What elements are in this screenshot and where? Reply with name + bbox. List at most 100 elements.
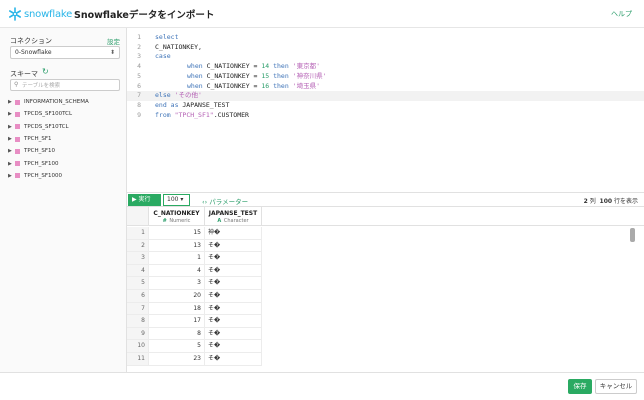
cell-nationkey[interactable]: 1 xyxy=(149,252,205,265)
schema-item[interactable]: ▶ TPCH_SF1000 xyxy=(8,170,89,182)
row-index[interactable]: 7 xyxy=(127,302,149,316)
line-number: 8 xyxy=(137,100,141,109)
line-number: 1 xyxy=(137,33,141,41)
result-stats: 2 列 100 行を表示 xyxy=(584,196,638,205)
sql-keyword: when xyxy=(187,62,203,71)
expand-triangle-icon[interactable]: ▶ xyxy=(8,111,14,117)
editor-line: 1 select xyxy=(127,33,644,43)
editor-line: 5 when C_NATIONKEY = 15 then '神奈川県' xyxy=(127,72,644,82)
save-button[interactable]: 保存 xyxy=(568,379,592,394)
table-row: 7 18 そ� xyxy=(127,302,644,316)
schema-item-label: TPCH_SF100 xyxy=(24,160,59,167)
cell-japanse-test[interactable]: そ� xyxy=(205,239,262,253)
vertical-scrollbar[interactable] xyxy=(630,228,635,242)
row-index[interactable]: 4 xyxy=(127,264,149,278)
sql-keyword: case xyxy=(155,52,171,61)
sql-alias: JAPANSE_TEST xyxy=(178,100,230,109)
cell-nationkey[interactable]: 23 xyxy=(149,353,205,366)
chevron-updown-icon: ⬍ xyxy=(109,49,115,56)
schema-icon xyxy=(15,136,20,142)
table-row: 2 13 そ� xyxy=(127,239,644,253)
parameters-button[interactable]: ‹› パラメーター xyxy=(202,196,248,206)
cell-nationkey[interactable]: 3 xyxy=(149,277,205,290)
sql-keyword: select xyxy=(155,33,179,41)
sql-string: '神奈川県' xyxy=(292,71,327,80)
row-limit-select[interactable]: 100 ▾ xyxy=(163,194,190,206)
refresh-icon[interactable]: ↻ xyxy=(42,67,49,76)
sql-string: '東京都' xyxy=(292,62,320,71)
cell-nationkey[interactable]: 20 xyxy=(149,290,205,303)
editor-line: 3 case xyxy=(127,52,644,62)
expand-triangle-icon[interactable]: ▶ xyxy=(8,136,14,142)
schema-item[interactable]: ▶ TPCDS_SF10TCL xyxy=(8,121,89,133)
row-index[interactable]: 8 xyxy=(127,315,149,328)
row-index[interactable]: 6 xyxy=(127,290,149,303)
expand-triangle-icon[interactable]: ▶ xyxy=(8,99,14,105)
cell-nationkey[interactable]: 5 xyxy=(149,340,205,353)
sql-keyword: when xyxy=(187,71,203,80)
row-index[interactable]: 11 xyxy=(127,353,149,366)
schema-icon xyxy=(15,173,20,179)
row-index[interactable]: 5 xyxy=(127,277,149,290)
help-link[interactable]: ヘルプ xyxy=(611,9,632,19)
row-count: 100 xyxy=(599,198,613,205)
row-index[interactable]: 3 xyxy=(127,252,149,265)
cell-nationkey[interactable]: 4 xyxy=(149,264,205,278)
editor-line: 2 C_NATIONKEY, xyxy=(127,43,644,53)
connection-select-value: 0-Snowflake xyxy=(15,49,52,56)
sql-string: '埼玉県' xyxy=(292,81,320,90)
index-column-header xyxy=(127,207,149,226)
cell-japanse-test[interactable]: そ� xyxy=(205,353,262,366)
schema-item[interactable]: ▶ TPCH_SF1 xyxy=(8,133,89,145)
expand-triangle-icon[interactable]: ▶ xyxy=(8,173,14,179)
row-index[interactable]: 2 xyxy=(127,239,149,253)
expand-triangle-icon[interactable]: ▶ xyxy=(8,148,14,154)
sql-editor[interactable]: 1 select 2 C_NATIONKEY, 3 case 4 when C_… xyxy=(127,28,644,192)
row-index[interactable]: 9 xyxy=(127,327,149,341)
schema-item[interactable]: ▶ TPCH_SF100 xyxy=(8,157,89,169)
table-row: 1 15 神� xyxy=(127,227,644,240)
cell-japanse-test[interactable]: そ� xyxy=(205,315,262,328)
expand-triangle-icon[interactable]: ▶ xyxy=(8,161,14,167)
cell-nationkey[interactable]: 8 xyxy=(149,327,205,341)
expand-triangle-icon[interactable]: ▶ xyxy=(8,124,14,130)
cancel-button[interactable]: キャンセル xyxy=(595,379,637,394)
app-header: snowflake Snowflakeデータをインポート ヘルプ xyxy=(0,0,644,28)
cell-japanse-test[interactable]: そ� xyxy=(205,290,262,303)
cell-japanse-test[interactable]: そ� xyxy=(205,302,262,316)
cell-japanse-test[interactable]: そ� xyxy=(205,264,262,278)
cell-japanse-test[interactable]: 神� xyxy=(205,227,262,240)
code-text: select xyxy=(155,33,178,43)
cell-japanse-test[interactable]: そ� xyxy=(205,277,262,290)
connection-settings-link[interactable]: 設定 xyxy=(107,36,120,46)
row-index[interactable]: 10 xyxy=(127,340,149,353)
results-grid: C_NATIONKEY # Numeric JAPANSE_TEST A Cha… xyxy=(127,207,644,372)
column-unit: 列 xyxy=(589,198,596,205)
column-type: # Numeric xyxy=(149,218,204,224)
table-search-input[interactable]: ⚲ テーブルを検索 xyxy=(10,79,120,91)
sql-number: 14 xyxy=(261,62,270,71)
sql-column: C_NATIONKEY = xyxy=(202,81,262,90)
schema-item[interactable]: ▶ TPCH_SF10 xyxy=(8,145,89,157)
schema-label: スキーマ xyxy=(10,70,38,78)
row-index[interactable]: 1 xyxy=(127,227,149,240)
schema-item-label: TPCDS_SF100TCL xyxy=(24,111,73,118)
column-header[interactable]: JAPANSE_TEST A Character xyxy=(205,207,262,226)
editor-line: 6 when C_NATIONKEY = 16 then '埼玉県' xyxy=(127,82,644,92)
cell-japanse-test[interactable]: そ� xyxy=(205,340,262,353)
cell-nationkey[interactable]: 15 xyxy=(149,227,205,240)
cell-nationkey[interactable]: 18 xyxy=(149,302,205,316)
editor-line: 4 when C_NATIONKEY = 14 then '東京都' xyxy=(127,62,644,72)
cell-japanse-test[interactable]: そ� xyxy=(205,252,262,265)
cell-nationkey[interactable]: 13 xyxy=(149,239,205,253)
schema-item[interactable]: ▶ TPCDS_SF100TCL xyxy=(8,108,89,120)
cell-nationkey[interactable]: 17 xyxy=(149,315,205,328)
parameters-label: パラメーター xyxy=(209,198,249,206)
cell-japanse-test[interactable]: そ� xyxy=(205,327,262,341)
column-count: 2 xyxy=(583,198,588,205)
run-button[interactable]: ▶ 実行 xyxy=(128,194,161,206)
column-header[interactable]: C_NATIONKEY # Numeric xyxy=(149,207,205,226)
table-row: 8 17 そ� xyxy=(127,315,644,328)
schema-item[interactable]: ▶ INFORMATION_SCHEMA xyxy=(8,96,89,108)
connection-select[interactable]: 0-Snowflake ⬍ xyxy=(10,46,120,59)
